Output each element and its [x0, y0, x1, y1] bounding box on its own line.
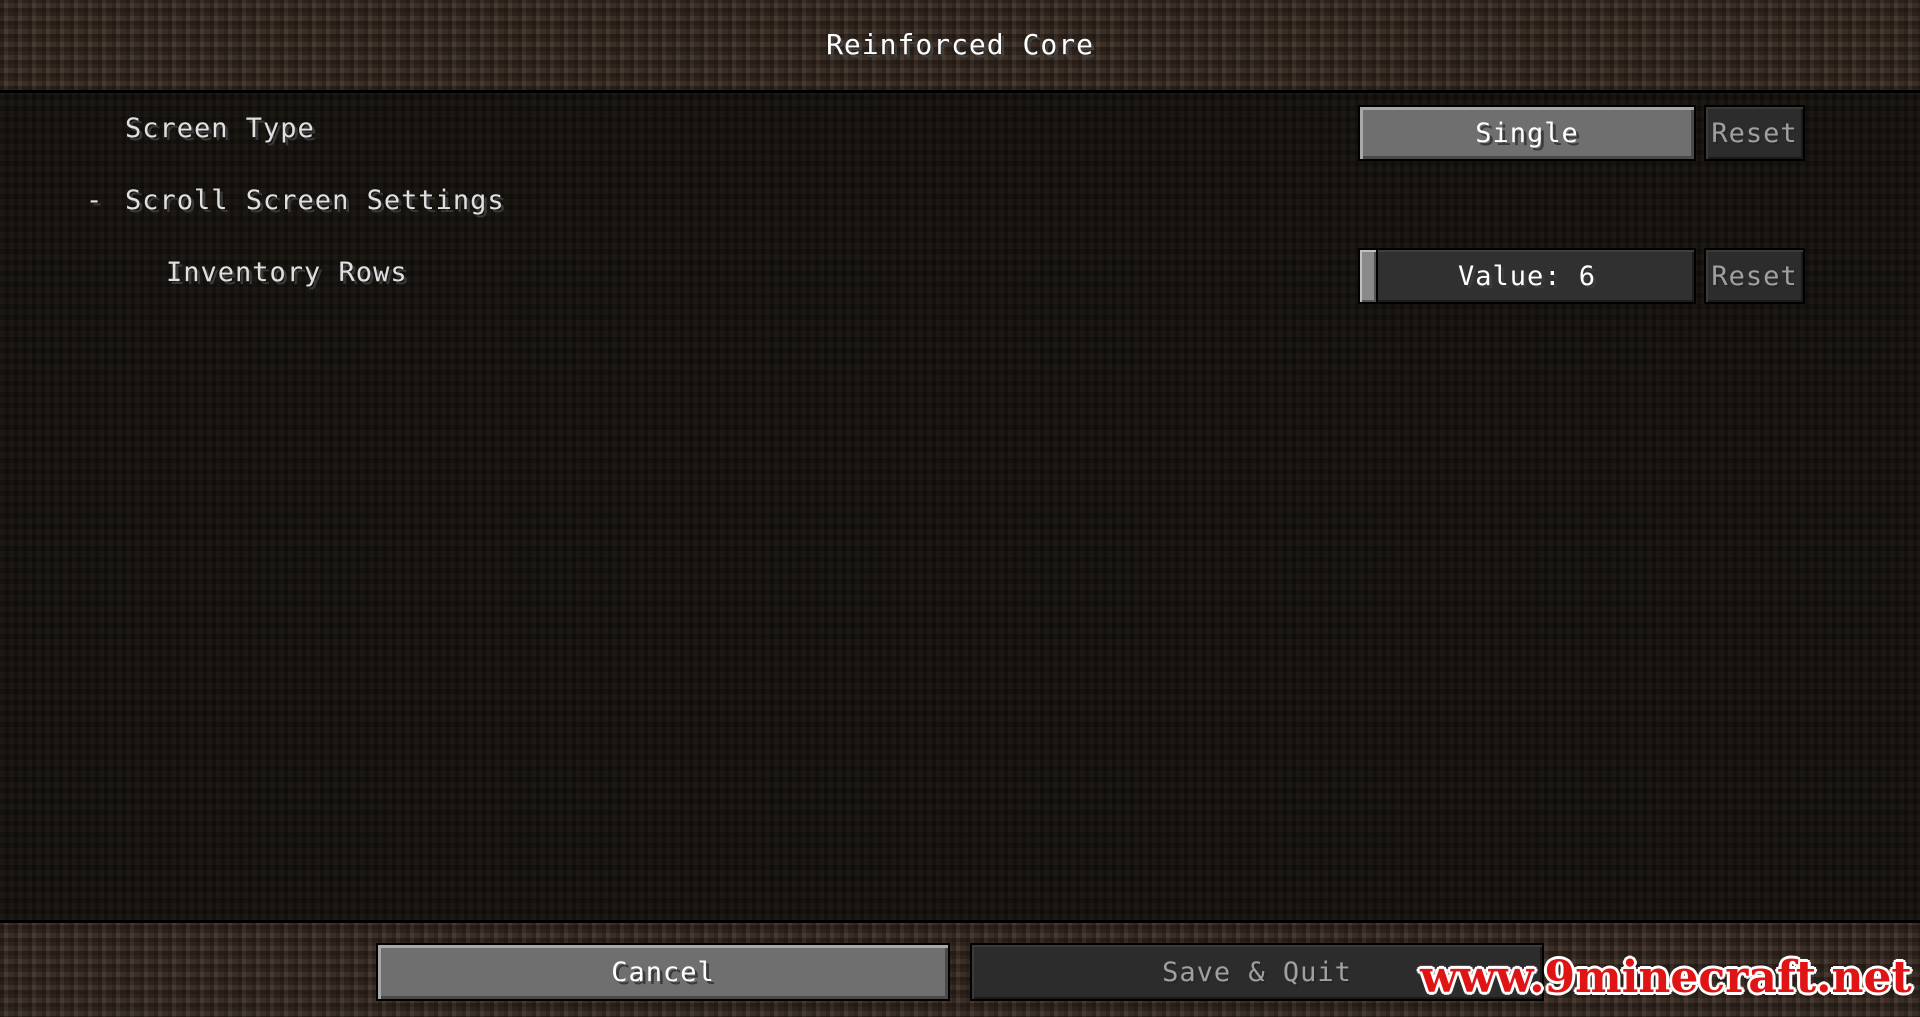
inventory-rows-label: Inventory Rows: [166, 257, 408, 288]
screen-type-reset-button[interactable]: Reset: [1704, 105, 1805, 161]
header-bar: Reinforced Core: [0, 0, 1920, 93]
screen-type-label: Screen Type: [125, 113, 315, 144]
slider-value-text: Value: 6: [1457, 260, 1597, 292]
config-list[interactable]: Screen Type Single Reset - Scroll Screen…: [0, 93, 1920, 920]
screen-type-button[interactable]: Single: [1358, 105, 1696, 161]
watermark-logo: www.9minecraft.net: [1420, 952, 1912, 1003]
inventory-rows-slider[interactable]: Value: 6: [1358, 248, 1696, 304]
collapse-icon[interactable]: -: [86, 185, 102, 216]
inventory-rows-reset-button[interactable]: Reset: [1704, 248, 1805, 304]
scroll-screen-settings-label[interactable]: Scroll Screen Settings: [125, 185, 505, 216]
config-screen: Reinforced Core Screen Type Single Reset…: [0, 0, 1920, 1017]
screen-title: Reinforced Core: [826, 28, 1094, 61]
cancel-button[interactable]: Cancel: [376, 943, 950, 1001]
